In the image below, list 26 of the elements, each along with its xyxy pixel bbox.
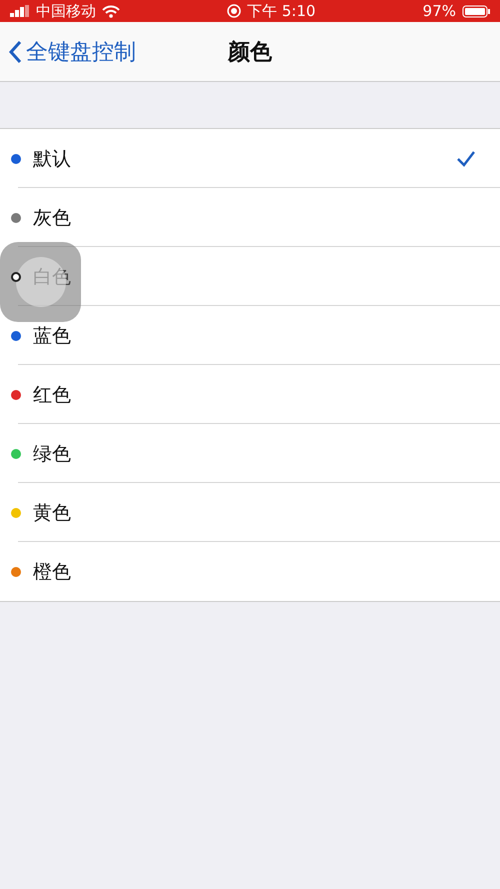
status-time: 下午 5:10 [247, 2, 316, 20]
battery-percent: 97% [422, 2, 456, 20]
color-option[interactable]: 橙色 [0, 542, 500, 601]
signal-icon [10, 5, 30, 17]
color-option[interactable]: 默认 [0, 129, 500, 188]
color-option[interactable]: 黄色 [0, 483, 500, 542]
color-label: 灰色 [33, 206, 72, 230]
color-label: 黄色 [33, 500, 72, 526]
color-option[interactable]: 绿色 [0, 424, 500, 483]
page-title: 颜色 [228, 38, 272, 66]
wifi-icon [102, 4, 120, 18]
color-option[interactable]: 蓝色 [0, 306, 500, 365]
recording-icon [227, 4, 242, 18]
color-option[interactable]: 红色 [0, 365, 500, 424]
color-label: 红色 [33, 382, 72, 408]
chevron-left-icon [8, 40, 22, 64]
checkmark-icon [456, 150, 476, 166]
color-label: 蓝色 [33, 324, 72, 348]
back-button[interactable]: 全键盘控制 [0, 36, 144, 66]
color-option[interactable]: 灰色 [0, 188, 500, 247]
color-label: 绿色 [33, 442, 72, 466]
color-label: 默认 [33, 146, 72, 172]
battery-icon [462, 4, 490, 18]
assistive-touch-button[interactable] [0, 242, 81, 322]
color-label: 橙色 [33, 560, 72, 584]
carrier-name: 中国移动 [36, 2, 96, 20]
